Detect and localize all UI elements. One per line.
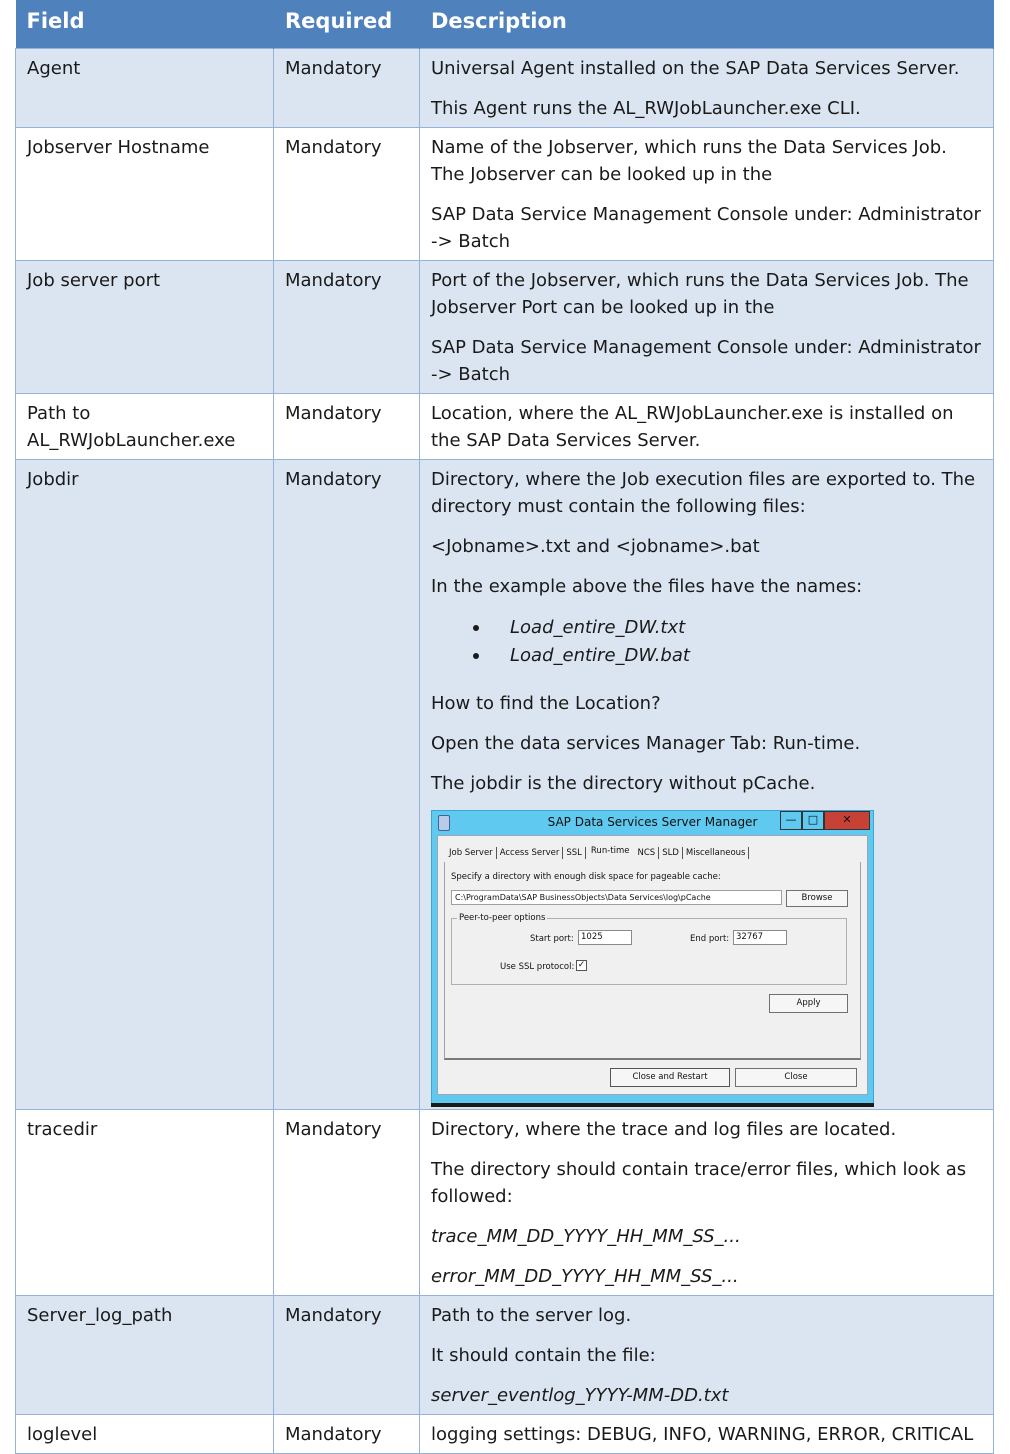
field-cell: Jobdir [15, 459, 274, 1110]
close-button[interactable]: Close [735, 1068, 857, 1087]
table-row-loglevel: loglevel Mandatory logging settings: DEB… [15, 1414, 994, 1454]
table-row-path-launcher: Path to AL_RWJobLauncher.exe Mandatory L… [15, 393, 994, 460]
header-required: Required [273, 0, 420, 49]
field-cell: Server_log_path [15, 1295, 274, 1415]
description-paragraph: SAP Data Service Management Console unde… [431, 204, 981, 252]
header-field: Field [15, 0, 274, 49]
description-cell: Universal Agent installed on the SAP Dat… [419, 48, 994, 128]
tab-miscellaneous[interactable]: Miscellaneous [683, 847, 750, 859]
required-cell: Mandatory [273, 459, 420, 1110]
header-description: Description [419, 0, 994, 49]
description-paragraph: How to find the Location? [431, 693, 661, 714]
required-cell: Mandatory [273, 260, 420, 394]
description-paragraph: It should contain the file: [431, 1345, 656, 1366]
cache-path-input[interactable]: C:\ProgramData\SAP BusinessObjects\Data … [451, 890, 782, 905]
peer-to-peer-group: Peer-to-peer options Start port: 1025 En… [451, 912, 847, 985]
description-paragraph: Name of the Jobserver, which runs the Da… [431, 137, 947, 185]
close-and-restart-button[interactable]: Close and Restart [610, 1068, 730, 1087]
table-row-agent: Agent Mandatory Universal Agent installe… [15, 48, 994, 128]
description-paragraph: This Agent runs the AL_RWJobLauncher.exe… [431, 98, 861, 119]
description-paragraph: server_eventlog_YYYY-MM-DD.txt [431, 1385, 729, 1406]
maximize-icon[interactable]: □ [802, 811, 824, 830]
table-header-row: Field Required Description [15, 0, 994, 49]
group-label: Peer-to-peer options [457, 912, 548, 924]
table-row-job-server-port: Job server port Mandatory Port of the Jo… [15, 260, 994, 394]
table-row-jobdir: Jobdir Mandatory Directory, where the Jo… [15, 459, 994, 1110]
cache-label: Specify a directory with enough disk spa… [451, 872, 721, 882]
tab-ssl[interactable]: SSL [563, 847, 586, 859]
required-cell: Mandatory [273, 48, 420, 128]
list-item: Load_entire_DW.bat [431, 642, 982, 670]
description-cell: Directory, where the trace and log files… [419, 1109, 994, 1296]
field-cell: Path to AL_RWJobLauncher.exe [15, 393, 274, 460]
list-item: Load_entire_DW.txt [431, 614, 982, 642]
description-paragraph: Port of the Jobserver, which runs the Da… [431, 270, 969, 318]
description-paragraph: The directory should contain trace/error… [431, 1159, 967, 1207]
required-cell: Mandatory [273, 393, 420, 460]
close-icon[interactable]: ✕ [824, 811, 870, 830]
minimize-icon[interactable]: — [780, 811, 802, 830]
apply-button[interactable]: Apply [769, 994, 848, 1013]
description-cell: Path to the server log. It should contai… [419, 1295, 994, 1415]
description-paragraph: Directory, where the trace and log files… [431, 1119, 897, 1140]
file-list: Load_entire_DW.txt Load_entire_DW.bat [431, 614, 982, 670]
end-port-label: End port: [690, 934, 730, 944]
field-cell: Agent [15, 48, 274, 128]
table-row-tracedir: tracedir Mandatory Directory, where the … [15, 1109, 994, 1296]
field-cell: loglevel [15, 1414, 274, 1454]
required-cell: Mandatory [273, 127, 420, 261]
ssl-checkbox[interactable]: ✓ [576, 960, 587, 971]
tab-bar: Job Server Access Server SSL Run-time NCS SLD… [446, 845, 750, 859]
start-port-input[interactable]: 1025 [578, 930, 632, 945]
browse-button[interactable]: Browse [786, 890, 848, 907]
field-cell: Jobserver Hostname [15, 127, 274, 261]
description-paragraph: Path to the server log. [431, 1305, 632, 1326]
parameter-table: Field Required Description Agent Mandato… [15, 0, 994, 1454]
description-paragraph: SAP Data Service Management Console unde… [431, 337, 981, 385]
run-time-panel: Specify a directory with enough disk spa… [444, 862, 861, 1060]
tab-run-time[interactable]: Run-time [586, 845, 635, 857]
description-paragraph: <Jobname>.txt and <jobname>.bat [431, 536, 760, 557]
description-cell: Location, where the AL_RWJobLauncher.exe… [419, 393, 994, 460]
required-cell: Mandatory [273, 1414, 420, 1454]
description-paragraph: trace_MM_DD_YYYY_HH_MM_SS_... [431, 1226, 741, 1247]
field-cell: tracedir [15, 1109, 274, 1296]
description-paragraph: error_MM_DD_YYYY_HH_MM_SS_... [431, 1266, 739, 1287]
tab-access-server[interactable]: Access Server [497, 847, 564, 859]
description-paragraph: In the example above the files have the … [431, 576, 863, 597]
start-port-label: Start port: [530, 934, 574, 944]
tab-ncs[interactable]: NCS [634, 847, 660, 859]
tab-job-server[interactable]: Job Server [446, 847, 497, 859]
ssl-label: Use SSL protocol: [500, 962, 575, 972]
field-cell: Job server port [15, 260, 274, 394]
table-row-server-log-path: Server_log_path Mandatory Path to the se… [15, 1295, 994, 1415]
required-cell: Mandatory [273, 1295, 420, 1415]
server-manager-screenshot: SAP Data Services Server Manager — □ ✕ J… [431, 810, 874, 1107]
description-cell: logging settings: DEBUG, INFO, WARNING, … [419, 1414, 994, 1454]
table-row-jobserver-hostname: Jobserver Hostname Mandatory Name of the… [15, 127, 994, 261]
description-cell: Directory, where the Job execution files… [419, 459, 994, 1110]
required-cell: Mandatory [273, 1109, 420, 1296]
description-cell: Name of the Jobserver, which runs the Da… [419, 127, 994, 261]
description-cell: Port of the Jobserver, which runs the Da… [419, 260, 994, 394]
description-paragraph: The jobdir is the directory without pCac… [431, 773, 816, 794]
description-paragraph: Location, where the AL_RWJobLauncher.exe… [431, 403, 954, 451]
dialog-body: Job Server Access Server SSL Run-time NCS SLD… [437, 835, 868, 1095]
end-port-input[interactable]: 32767 [733, 930, 787, 945]
description-paragraph: Open the data services Manager Tab: Run-… [431, 733, 861, 754]
description-paragraph: logging settings: DEBUG, INFO, WARNING, … [431, 1424, 974, 1445]
tab-sld[interactable]: SLD [659, 847, 683, 859]
description-paragraph: Universal Agent installed on the SAP Dat… [431, 58, 960, 79]
screenshot-shadow [431, 1103, 874, 1107]
description-paragraph: Directory, where the Job execution files… [431, 469, 976, 517]
